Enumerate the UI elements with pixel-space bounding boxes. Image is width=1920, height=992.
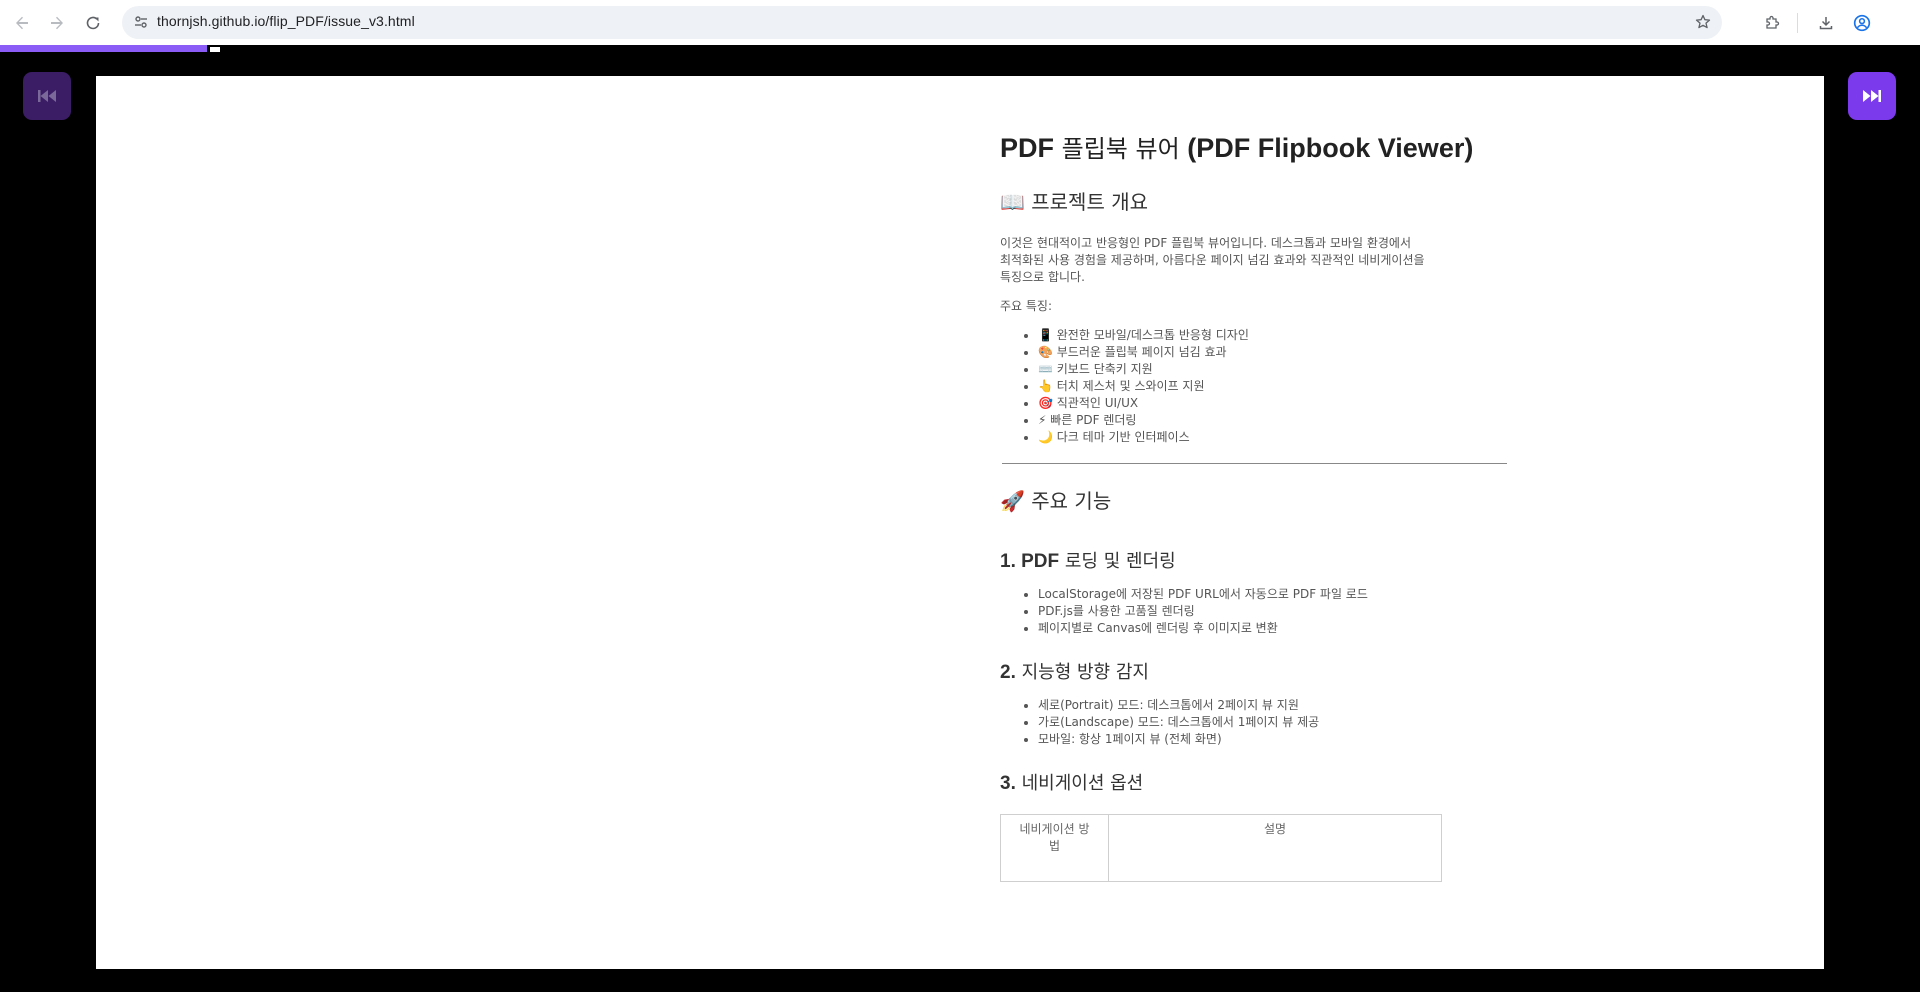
list-item: ⌨️ 키보드 단축키 지원: [1038, 361, 1510, 378]
list-item: 모바일: 항상 1페이지 뷰 (전체 화면): [1038, 731, 1510, 748]
list-item: 📱 완전한 모바일/데스크톱 반응형 디자인: [1038, 327, 1510, 344]
list-item: 🎯 직관적인 UI/UX: [1038, 395, 1510, 412]
list-item: ⚡ 빠른 PDF 렌더링: [1038, 412, 1510, 429]
arrow-left-icon[interactable]: [9, 10, 35, 36]
progress-fill: [0, 45, 208, 52]
section-2-heading: 2. 지능형 방향 감지: [1000, 662, 1149, 683]
tune-icon[interactable]: [130, 11, 152, 33]
last-page-button[interactable]: [1848, 72, 1896, 120]
skip-forward-icon: [1863, 90, 1881, 102]
list-item: 페이지별로 Canvas에 렌더링 후 이미지로 변환: [1038, 620, 1510, 637]
reading-progress-bar: [0, 45, 1920, 52]
download-icon[interactable]: [1813, 10, 1839, 36]
navigation-table: 네비게이션 방법 설명: [1000, 814, 1442, 882]
address-bar[interactable]: thornjsh.github.io/flip_PDF/issue_v3.htm…: [122, 6, 1722, 39]
table-header-row: 네비게이션 방법 설명: [1000, 814, 1442, 882]
horizontal-rule: [1002, 463, 1507, 464]
doc-title: PDF 플립북 뷰어 (PDF Flipbook Viewer): [1000, 133, 1474, 163]
section-1-heading: 1. PDF 로딩 및 렌더링: [1000, 551, 1176, 572]
document-content: PDF 플립북 뷰어 (PDF Flipbook Viewer) 📖 프로젝트 …: [1000, 132, 1510, 882]
url-text[interactable]: thornjsh.github.io/flip_PDF/issue_v3.htm…: [157, 13, 415, 29]
star-icon[interactable]: [1692, 11, 1714, 33]
list-item: 🌙 다크 테마 기반 인터페이스: [1038, 429, 1510, 446]
table-header-method: 네비게이션 방법: [1000, 814, 1109, 882]
page-right[interactable]: PDF 플립북 뷰어 (PDF Flipbook Viewer) 📖 프로젝트 …: [960, 76, 1824, 969]
first-page-button[interactable]: [23, 72, 71, 120]
section-1-list: LocalStorage에 저장된 PDF URL에서 자동으로 PDF 파일 …: [1000, 586, 1510, 637]
reload-icon[interactable]: [80, 10, 106, 36]
arrow-right-icon[interactable]: [44, 10, 70, 36]
account-circle-icon[interactable]: [1849, 10, 1875, 36]
list-item: 🎨 부드러운 플립북 페이지 넘김 효과: [1038, 344, 1510, 361]
section-2-list: 세로(Portrait) 모드: 데스크톱에서 2페이지 뷰 지원 가로(Lan…: [1000, 697, 1510, 748]
browser-toolbar: thornjsh.github.io/flip_PDF/issue_v3.htm…: [0, 0, 1920, 45]
intro-paragraph: 이것은 현대적이고 반응형인 PDF 플립북 뷰어입니다. 데스크톱과 모바일 …: [1000, 236, 1425, 284]
list-item: PDF.js를 사용한 고품질 렌더링: [1038, 603, 1510, 620]
features-label: 주요 특징:: [1000, 299, 1053, 313]
list-item: 가로(Landscape) 모드: 데스크톱에서 1페이지 뷰 제공: [1038, 714, 1510, 731]
section-3-heading: 3. 네비게이션 옵션: [1000, 773, 1144, 794]
overview-heading: 📖 프로젝트 개요: [1000, 190, 1149, 214]
list-item: 👆 터치 제스처 및 스와이프 지원: [1038, 378, 1510, 395]
page-left-blank[interactable]: [96, 76, 960, 969]
progress-marker: [210, 47, 220, 52]
flipbook[interactable]: PDF 플립북 뷰어 (PDF Flipbook Viewer) 📖 프로젝트 …: [96, 76, 1824, 969]
toolbar-separator: [1797, 13, 1798, 33]
list-item: 세로(Portrait) 모드: 데스크톱에서 2페이지 뷰 지원: [1038, 697, 1510, 714]
features-list: 📱 완전한 모바일/데스크톱 반응형 디자인 🎨 부드러운 플립북 페이지 넘김…: [1000, 327, 1510, 446]
main-features-heading: 🚀 주요 기능: [1000, 489, 1112, 513]
list-item: LocalStorage에 저장된 PDF URL에서 자동으로 PDF 파일 …: [1038, 586, 1510, 603]
skip-back-icon: [38, 90, 56, 102]
puzzle-icon[interactable]: [1759, 10, 1785, 36]
table-header-description: 설명: [1108, 814, 1442, 882]
